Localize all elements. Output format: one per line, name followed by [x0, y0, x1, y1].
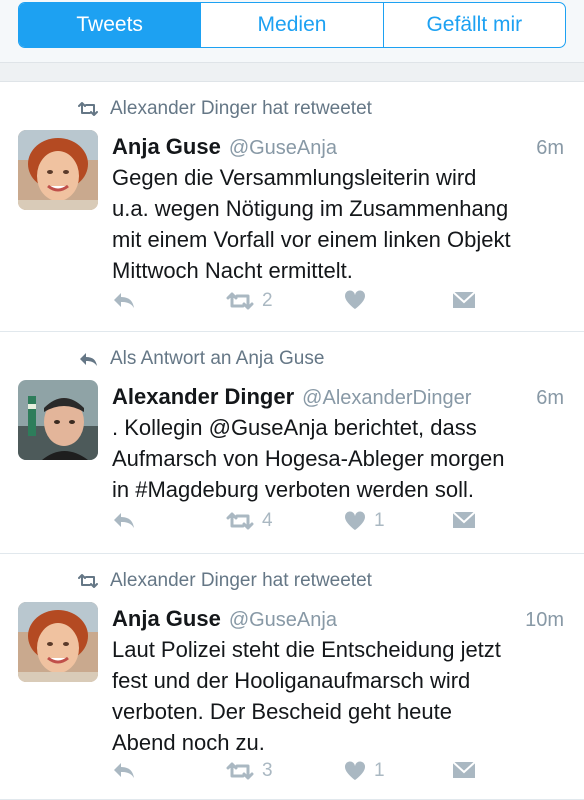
retweet-button[interactable]: 4	[226, 510, 273, 532]
tab-medien[interactable]: Medien	[201, 3, 384, 47]
divider	[0, 62, 584, 82]
heart-icon	[344, 761, 366, 780]
retweet-icon	[78, 574, 98, 588]
profile-tab-bar: Tweets Medien Gefällt mir	[0, 0, 584, 62]
tweet-text: Gegen die Versammlungsleiterin wird u.a.…	[112, 165, 511, 283]
tweet[interactable]: Als Antwort an Anja Guse Alexander Dinge…	[0, 332, 584, 554]
reply-icon	[80, 353, 97, 366]
retweet-icon	[226, 512, 254, 530]
tweet-actions: 4 1	[112, 510, 572, 540]
like-button[interactable]	[344, 290, 374, 310]
avatar[interactable]	[18, 380, 98, 460]
reply-button[interactable]	[112, 760, 136, 780]
retweet-context: Alexander Dinger hat retweetet	[78, 98, 372, 120]
retweet-button[interactable]: 3	[226, 760, 273, 782]
like-count: 1	[374, 760, 385, 781]
tab-tweets[interactable]: Tweets	[19, 3, 202, 47]
author-handle[interactable]: @AlexanderDinger	[302, 387, 471, 410]
envelope-icon	[452, 291, 476, 308]
timestamp: 10m	[525, 609, 564, 631]
tweet-header: Alexander Dinger @AlexanderDinger 6m	[112, 384, 564, 410]
retweet-button[interactable]: 2	[226, 290, 273, 312]
like-count: 1	[374, 510, 385, 531]
context-label: Als Antwort an Anja Guse	[110, 348, 325, 369]
retweet-count: 4	[262, 510, 273, 531]
heart-icon	[344, 290, 366, 309]
tweet-header: Anja Guse @GuseAnja 6m	[112, 134, 564, 160]
context-label: Alexander Dinger hat retweetet	[110, 98, 372, 119]
tweet-actions: 2	[112, 290, 572, 320]
tweet[interactable]: Alexander Dinger hat retweetet Anja Guse…	[0, 554, 584, 800]
dm-button[interactable]	[452, 510, 476, 530]
like-button[interactable]: 1	[344, 760, 385, 782]
dm-button[interactable]	[452, 760, 476, 780]
avatar[interactable]	[18, 602, 98, 682]
retweet-icon	[226, 762, 254, 780]
author-name[interactable]: Anja Guse	[112, 134, 221, 160]
tab-gefaellt-mir[interactable]: Gefällt mir	[384, 3, 565, 47]
reply-icon	[114, 763, 134, 778]
tweet[interactable]: Alexander Dinger hat retweetet Anja Guse…	[0, 82, 584, 332]
envelope-icon	[452, 761, 476, 778]
reply-button[interactable]	[112, 510, 136, 530]
avatar[interactable]	[18, 130, 98, 210]
author-name[interactable]: Anja Guse	[112, 606, 221, 632]
retweet-icon	[78, 102, 98, 116]
reply-icon	[114, 293, 134, 308]
retweet-count: 3	[262, 760, 273, 781]
author-handle[interactable]: @GuseAnja	[229, 137, 337, 160]
retweet-count: 2	[262, 290, 273, 311]
reply-context: Als Antwort an Anja Guse	[78, 348, 324, 370]
timestamp: 6m	[536, 137, 564, 159]
envelope-icon	[452, 511, 476, 528]
tweet-header: Anja Guse @GuseAnja 10m	[112, 606, 564, 632]
dm-button[interactable]	[452, 290, 476, 310]
timestamp: 6m	[536, 387, 564, 409]
tweet-text: Laut Polizei steht die Entscheidung jetz…	[112, 637, 501, 755]
tweet-text: . Kollegin @GuseAnja berichtet, dass Auf…	[112, 415, 505, 502]
retweet-icon	[226, 292, 254, 310]
reply-button[interactable]	[112, 290, 136, 310]
context-label: Alexander Dinger hat retweetet	[110, 570, 372, 591]
heart-icon	[344, 511, 366, 530]
retweet-context: Alexander Dinger hat retweetet	[78, 570, 372, 592]
reply-icon	[114, 513, 134, 528]
segmented-control: Tweets Medien Gefällt mir	[18, 2, 566, 48]
tweet-actions: 3 1	[112, 760, 572, 790]
author-name[interactable]: Alexander Dinger	[112, 384, 294, 410]
author-handle[interactable]: @GuseAnja	[229, 609, 337, 632]
like-button[interactable]: 1	[344, 510, 385, 532]
